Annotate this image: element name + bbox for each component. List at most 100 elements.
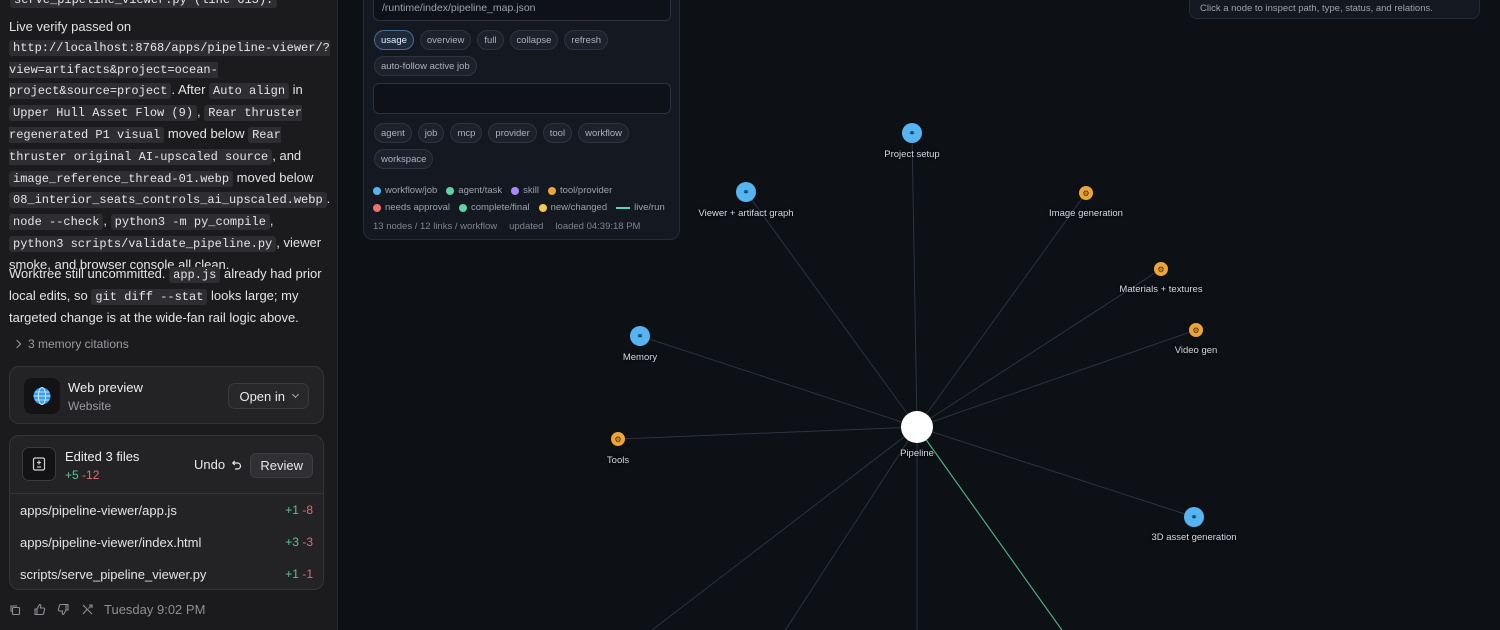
additions: +1 xyxy=(285,567,299,581)
open-in-label: Open in xyxy=(239,388,285,404)
message-paragraph-verify: Live verify passed on http://localhost:8… xyxy=(9,17,331,275)
legend-label: complete/final xyxy=(470,202,530,213)
inline-code: node --check xyxy=(9,214,104,231)
graph-node-image-generation[interactable]: ⚙ xyxy=(1079,186,1093,200)
web-preview-title: Web preview xyxy=(68,380,143,395)
edited-files-stats: +5 -12 xyxy=(65,468,99,482)
link-icon: ⚭ xyxy=(1190,511,1198,522)
graph-node-video-gen[interactable]: ⚙ xyxy=(1189,323,1203,337)
legend-item: workflow/job xyxy=(373,184,437,197)
open-in-button[interactable]: Open in xyxy=(228,383,309,409)
undo-button[interactable]: Undo xyxy=(194,457,242,472)
web-preview-card[interactable]: Web preview Website Open in xyxy=(9,366,324,424)
message-timestamp: Tuesday 9:02 PM xyxy=(104,602,206,617)
inline-code: python3 scripts/validate_pipeline.py xyxy=(9,235,277,252)
view-button-full[interactable]: full xyxy=(477,30,504,50)
graph-edge xyxy=(617,426,918,440)
gear-icon: ⚙ xyxy=(1157,264,1165,274)
text: Worktree still uncommitted. xyxy=(9,266,166,281)
file-diff-icon xyxy=(22,447,56,481)
graph-node-materials-textures[interactable]: ⚙ xyxy=(1154,262,1168,276)
view-button-overview[interactable]: overview xyxy=(419,30,472,50)
view-button-refresh[interactable]: refresh xyxy=(564,30,608,50)
gear-icon: ⚙ xyxy=(1192,325,1200,335)
legend-swatch xyxy=(373,203,381,212)
graph-node-memory[interactable]: ⚭ xyxy=(630,326,650,346)
edited-files-title: Edited 3 files xyxy=(65,449,140,464)
legend-swatch xyxy=(538,203,547,212)
citations-label: 3 memory citations xyxy=(28,337,129,351)
text: moved below xyxy=(236,169,314,185)
graph-node-label: 3D asset generation xyxy=(1151,532,1237,543)
filter-chip-mcp[interactable]: mcp xyxy=(450,123,483,143)
text: in xyxy=(292,82,303,98)
filter-chip-tool[interactable]: tool xyxy=(542,123,573,143)
review-button[interactable]: Review xyxy=(250,453,313,478)
map-path-field[interactable]: /runtime/index/pipeline_map.json xyxy=(373,0,671,21)
edited-file-row[interactable]: scripts/serve_pipeline_viewer.py +1 -1 xyxy=(10,558,323,590)
globe-icon xyxy=(24,378,60,414)
legend: workflow/job agent/task skill tool/provi… xyxy=(373,184,678,214)
graph-node-tools[interactable]: ⚙ xyxy=(611,432,625,446)
text: , xyxy=(103,213,108,229)
inline-code: python3 -m py_compile xyxy=(110,214,270,231)
legend-swatch xyxy=(373,186,381,195)
thumbs-up-icon[interactable] xyxy=(32,603,46,617)
filter-chip-agent[interactable]: agent xyxy=(374,123,412,143)
link-icon: ⚭ xyxy=(742,186,750,197)
graph-node-label: Viewer + artifact graph xyxy=(698,208,794,219)
view-button-collapse[interactable]: collapse xyxy=(509,30,559,50)
graph-edge xyxy=(745,191,918,428)
deletions: -3 xyxy=(302,535,313,549)
additions-count: +5 xyxy=(65,468,79,482)
edited-file-row[interactable]: apps/pipeline-viewer/app.js +1 -8 xyxy=(10,494,323,526)
undo-label: Undo xyxy=(194,457,226,472)
file-stats: +3 -3 xyxy=(285,535,313,549)
pipeline-viewer: /runtime/index/pipeline_map.json usage o… xyxy=(339,0,1500,630)
inline-code: 08_interior_seats_controls_ai_upscaled.w… xyxy=(9,192,327,209)
graph-node-label: Video gen xyxy=(1174,345,1218,356)
edited-files-header: Edited 3 files +5 -12 Undo Review xyxy=(10,436,323,494)
filter-chip-workflow[interactable]: workflow xyxy=(578,123,630,143)
file-name: apps/pipeline-viewer/app.js xyxy=(20,502,177,518)
legend-label: workflow/job xyxy=(385,185,438,196)
graph-node-3d-asset-generation[interactable]: ⚭ xyxy=(1184,507,1204,527)
filter-chip-provider[interactable]: provider xyxy=(488,123,537,143)
graph-node-viewer-artifact-graph[interactable]: ⚭ xyxy=(736,182,756,202)
filter-input[interactable] xyxy=(373,83,671,114)
graph-node-project-setup[interactable]: ⚭ xyxy=(902,123,922,143)
text: , xyxy=(269,213,274,229)
view-button-usage[interactable]: usage xyxy=(374,30,414,50)
filter-chip-job[interactable]: job xyxy=(417,123,445,143)
inspector-panel: Click a node to inspect path, type, stat… xyxy=(1189,0,1480,19)
auto-follow-toggle[interactable]: auto-follow active job xyxy=(374,56,477,76)
chevron-right-icon xyxy=(12,339,22,349)
legend-label: new/changed xyxy=(550,202,608,213)
thumbs-down-icon[interactable] xyxy=(56,603,70,617)
file-stats: +1 -1 xyxy=(285,567,313,581)
inline-code: image_reference_thread-01.webp xyxy=(9,170,234,187)
legend-item: agent/task xyxy=(446,184,502,197)
chevron-down-icon xyxy=(291,390,300,399)
legend-swatch xyxy=(547,186,556,195)
legend-swatch xyxy=(446,186,455,195)
graph-edge xyxy=(784,426,918,630)
legend-swatch xyxy=(458,203,467,212)
legend-label: live/run xyxy=(634,202,665,213)
graph-node-pipeline[interactable] xyxy=(901,411,933,443)
memory-citations-toggle[interactable]: 3 memory citations xyxy=(12,337,129,351)
filter-chip-workspace[interactable]: workspace xyxy=(374,149,434,169)
file-reference[interactable]: serve_pipeline_viewer.py (line 613). xyxy=(10,0,278,8)
graph-node-label: Image generation xyxy=(1049,208,1123,219)
view-buttons: usage overview full collapse refresh aut… xyxy=(374,30,674,76)
graph-node-label: Memory xyxy=(622,352,658,363)
text: , and xyxy=(272,147,302,163)
text: . After xyxy=(171,82,206,98)
fork-icon[interactable] xyxy=(80,603,94,617)
copy-icon[interactable] xyxy=(8,603,22,617)
link-icon: ⚭ xyxy=(636,330,644,341)
inline-code: Upper Hull Asset Flow (9) xyxy=(9,105,198,122)
graph-edge xyxy=(916,426,1195,518)
edited-file-row[interactable]: apps/pipeline-viewer/index.html +3 -3 xyxy=(10,526,323,558)
undo-icon xyxy=(232,460,242,470)
